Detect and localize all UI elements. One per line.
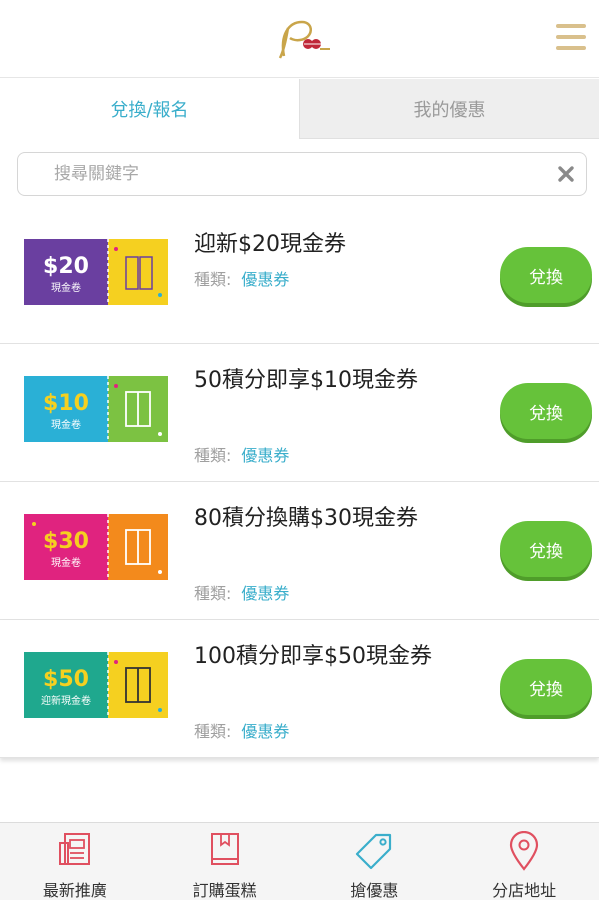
coupon-title: 50積分即享$10現金券 [194, 368, 418, 393]
nav-label: 分店地址 [492, 881, 557, 900]
nav-item-order-cake[interactable]: 訂購蛋糕 [150, 823, 300, 900]
nav-label: 訂購蛋糕 [192, 881, 257, 900]
coupon-list: $20 現金卷 迎新$20現金券 種類: 優惠券 兌換 $10 現金卷 50積分即… [0, 208, 599, 758]
hamburger-line [556, 35, 586, 39]
tab-my-offers[interactable]: 我的優惠 [299, 79, 599, 139]
type-label: 種類: [194, 722, 232, 741]
nav-item-news[interactable]: 最新推廣 [0, 823, 150, 900]
coupon-caption: 迎新現金卷 [41, 694, 91, 707]
redeem-button[interactable]: 兌換 [500, 383, 592, 439]
menu-button[interactable] [556, 24, 586, 50]
coupon-caption: 現金卷 [51, 418, 81, 431]
search-box [17, 152, 587, 196]
type-value: 優惠券 [241, 722, 290, 741]
search-input[interactable] [18, 153, 538, 195]
hamburger-line [556, 46, 586, 50]
close-icon[interactable] [556, 164, 576, 184]
coupon-thumbnail[interactable]: $50 迎新現金卷 [24, 652, 168, 718]
redeem-button[interactable]: 兌換 [500, 247, 592, 303]
tab-redeem[interactable]: 兌換/報名 [0, 79, 299, 139]
coupon-type: 種類: 優惠券 [194, 266, 289, 290]
tab-bar: 兌換/報名 我的優惠 [0, 79, 599, 139]
nav-item-store-address[interactable]: 分店地址 [449, 823, 599, 900]
coupon-amount: $50 [43, 667, 89, 692]
bottom-nav: 最新推廣 訂購蛋糕 搶優惠 分店地址 [0, 822, 599, 900]
book-icon [210, 833, 239, 865]
list-item[interactable]: $30 現金卷 80積分換購$30現金券 種類: 優惠券 兌換 [0, 482, 599, 620]
coupon-type: 種類: 優惠券 [194, 718, 289, 742]
type-value: 優惠券 [241, 270, 290, 289]
redeem-button[interactable]: 兌換 [500, 659, 592, 715]
coupon-thumbnail[interactable]: $20 現金卷 [24, 239, 168, 305]
map-pin-icon [510, 831, 539, 871]
list-item[interactable]: $50 迎新現金卷 100積分即享$50現金券 種類: 優惠券 兌換 [0, 620, 599, 758]
coupon-thumbnail[interactable]: $10 現金卷 [24, 376, 168, 442]
coupon-amount: $30 [43, 529, 89, 554]
app-header [0, 0, 599, 78]
coupon-caption: 現金卷 [51, 556, 81, 569]
coupon-type: 種類: 優惠券 [194, 580, 289, 604]
hamburger-menu-icon [556, 24, 586, 28]
type-value: 優惠券 [241, 584, 290, 603]
coupon-title: 迎新$20現金券 [194, 232, 346, 257]
type-label: 種類: [194, 446, 232, 465]
coupon-caption: 現金卷 [51, 281, 81, 294]
brand-logo[interactable] [270, 16, 334, 62]
coupon-title: 100積分即享$50現金券 [194, 644, 432, 669]
nav-label: 最新推廣 [42, 881, 107, 900]
type-label: 種類: [194, 584, 232, 603]
coupon-thumbnail[interactable]: $30 現金卷 [24, 514, 168, 580]
newspaper-icon [58, 833, 90, 865]
type-label: 種類: [194, 270, 232, 289]
nav-label: 搶優惠 [350, 881, 399, 900]
coupon-type: 種類: 優惠券 [194, 442, 289, 466]
list-item[interactable]: $10 現金卷 50積分即享$10現金券 種類: 優惠券 兌換 [0, 344, 599, 482]
coupon-amount: $20 [43, 254, 89, 279]
redeem-button[interactable]: 兌換 [500, 521, 592, 577]
list-item[interactable]: $20 現金卷 迎新$20現金券 種類: 優惠券 兌換 [0, 208, 599, 344]
type-value: 優惠券 [241, 446, 290, 465]
coupon-title: 80積分換購$30現金券 [194, 506, 418, 531]
nav-item-grab-offers[interactable]: 搶優惠 [300, 823, 450, 900]
coupon-amount: $10 [43, 391, 89, 416]
price-tag-icon [356, 833, 392, 870]
